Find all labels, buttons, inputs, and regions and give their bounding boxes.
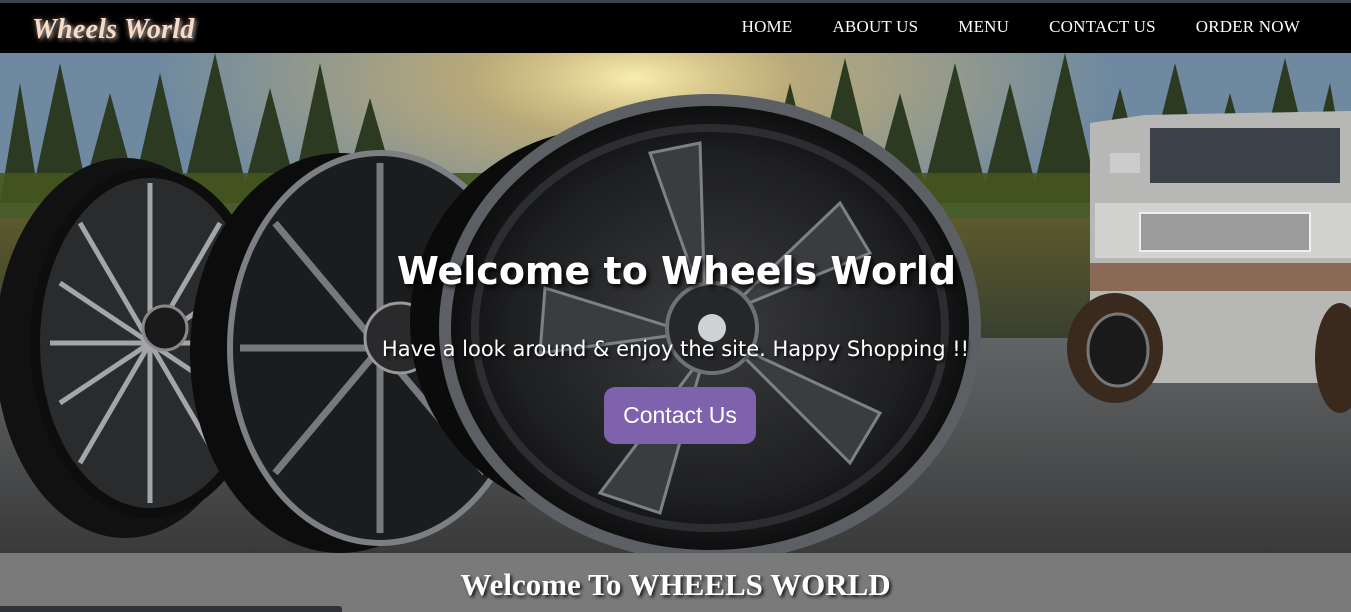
- hero-subtitle: Have a look around & enjoy the site. Hap…: [381, 337, 970, 361]
- nav-menu-link[interactable]: MENU: [958, 17, 1009, 37]
- nav-contact-link[interactable]: CONTACT US: [1049, 17, 1156, 37]
- section-divider: [0, 606, 342, 612]
- hero-background-image: [0, 53, 1351, 553]
- hero-banner: Welcome to Wheels World Have a look arou…: [0, 53, 1351, 553]
- main-navigation: HOME ABOUT US MENU CONTACT US ORDER NOW: [742, 17, 1300, 37]
- hero-title: Welcome to Wheels World: [396, 249, 957, 293]
- nav-home-link[interactable]: HOME: [742, 17, 793, 37]
- contact-us-button[interactable]: Contact Us: [604, 387, 756, 444]
- section-title: Welcome To WHEELS WORLD: [460, 567, 891, 602]
- nav-order-link[interactable]: ORDER NOW: [1196, 17, 1300, 37]
- nav-about-link[interactable]: ABOUT US: [832, 17, 918, 37]
- site-logo[interactable]: Wheels World: [32, 14, 194, 46]
- welcome-section: Welcome To WHEELS WORLD: [0, 553, 1351, 612]
- top-navigation-bar: Wheels World HOME ABOUT US MENU CONTACT …: [0, 0, 1351, 53]
